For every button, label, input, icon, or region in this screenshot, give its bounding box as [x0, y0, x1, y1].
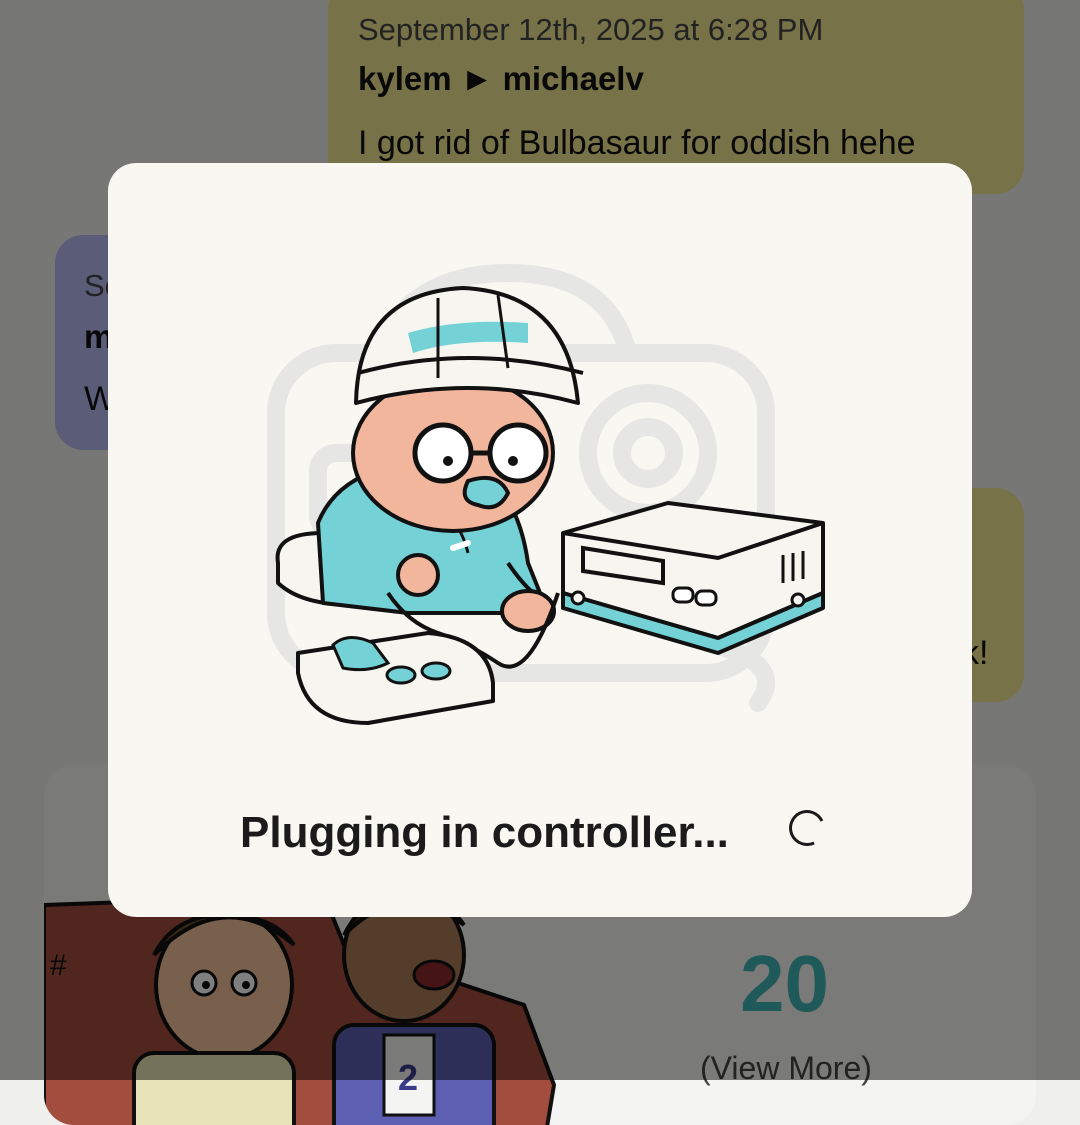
plugging-in-controller-illustration: [267, 264, 825, 725]
loading-dialog: [108, 163, 972, 917]
loading-status-text: Plugging in controller...: [240, 808, 729, 857]
